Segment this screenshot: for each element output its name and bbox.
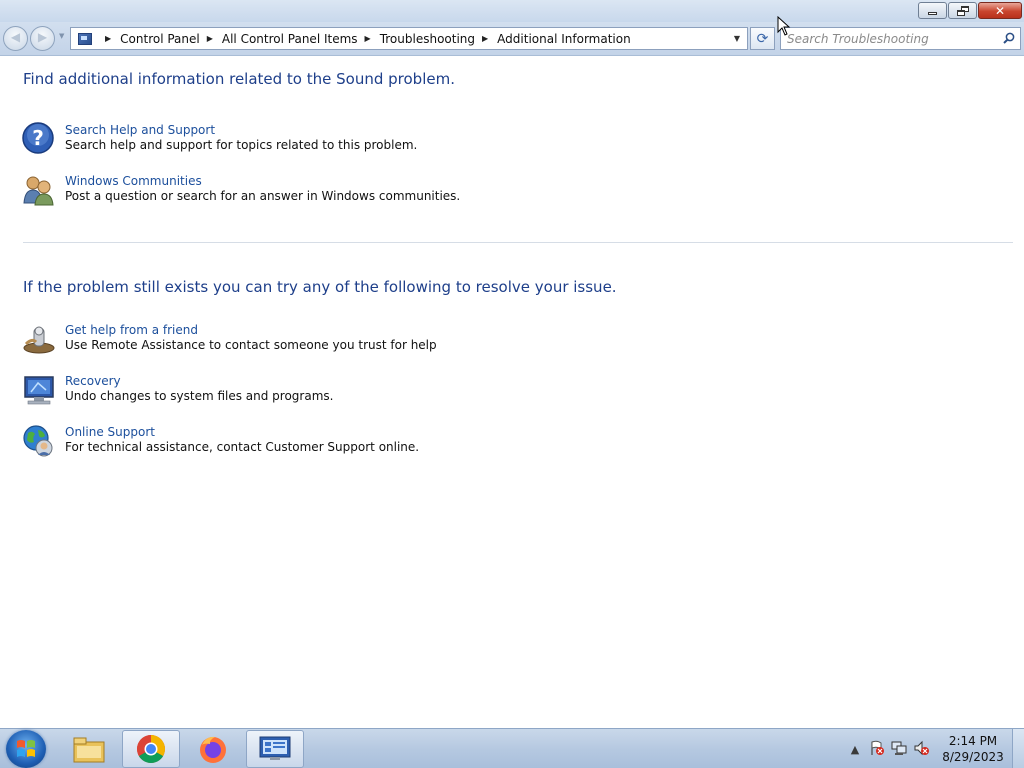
title-bar: ✕ — [0, 0, 1024, 22]
forward-arrow-icon: ▶ — [37, 30, 48, 44]
breadcrumb-additional-information[interactable]: Additional Information — [497, 32, 631, 46]
close-icon: ✕ — [994, 3, 1006, 18]
volume-muted-icon[interactable] — [910, 740, 932, 759]
network-icon[interactable] — [888, 740, 910, 759]
minimize-button[interactable] — [918, 2, 947, 19]
breadcrumb-separator-icon[interactable]: ▶ — [207, 34, 213, 43]
page-heading: Find additional information related to t… — [23, 70, 455, 88]
get-help-from-a-friend-description: Use Remote Assistance to contact someone… — [65, 338, 437, 352]
breadcrumb-separator-icon[interactable]: ▶ — [365, 34, 371, 43]
breadcrumb-separator-icon[interactable]: ▶ — [105, 34, 111, 43]
action-center-flag-icon[interactable] — [866, 740, 888, 759]
svg-text:?: ? — [32, 126, 44, 150]
back-arrow-icon: ◀ — [10, 30, 21, 44]
recovery-link[interactable]: Recovery — [65, 374, 121, 388]
main-content: Find additional information related to t… — [0, 56, 1024, 728]
window-controls: ✕ — [917, 2, 1022, 19]
clock-time: 2:14 PM — [948, 734, 998, 748]
clock-date: 8/29/2023 — [942, 750, 1004, 764]
communities-people-icon[interactable] — [22, 173, 56, 207]
recovery-computer-icon[interactable] — [22, 373, 56, 407]
search-help-description: Search help and support for topics relat… — [65, 138, 418, 152]
clock[interactable]: 2:14 PM 8/29/2023 — [938, 733, 1008, 765]
remote-assistance-icon[interactable] — [22, 322, 56, 356]
file-explorer-icon — [73, 737, 105, 763]
address-dropdown-button[interactable]: ▼ — [728, 28, 746, 49]
system-tray: ▲ 2:14 PM 8/29/2023 — [844, 729, 1024, 768]
control-panel-icon — [259, 736, 291, 760]
search-help-and-support-link[interactable]: Search Help and Support — [65, 123, 215, 137]
online-support-description: For technical assistance, contact Custom… — [65, 440, 420, 454]
breadcrumb-troubleshooting[interactable]: Troubleshooting — [380, 32, 475, 46]
taskbar-file-explorer[interactable] — [60, 730, 118, 768]
search-box[interactable] — [780, 27, 1021, 50]
section-divider — [23, 242, 1013, 243]
breadcrumb: ▶ Control Panel ▶ All Control Panel Item… — [98, 32, 631, 46]
breadcrumb-control-panel[interactable]: Control Panel — [120, 32, 200, 46]
control-panel-icon — [78, 32, 92, 45]
recovery-description: Undo changes to system files and program… — [65, 389, 334, 403]
taskbar: ▲ 2:14 PM 8/29/2023 — [0, 728, 1024, 768]
search-input[interactable] — [787, 31, 1002, 46]
recent-pages-button[interactable]: ▼ — [59, 32, 64, 40]
online-support-link[interactable]: Online Support — [65, 425, 155, 439]
help-question-icon[interactable]: ? — [22, 122, 56, 156]
forward-button[interactable]: ▶ — [30, 26, 55, 51]
taskbar-firefox[interactable] — [184, 730, 242, 768]
windows-logo-icon — [17, 740, 35, 757]
show-hidden-icons-button[interactable]: ▲ — [844, 743, 866, 756]
restore-icon — [956, 5, 969, 16]
chrome-icon — [137, 735, 165, 763]
taskbar-control-panel[interactable] — [246, 730, 304, 768]
back-button[interactable]: ◀ — [3, 26, 28, 51]
firefox-icon — [200, 736, 226, 763]
search-icon[interactable] — [1003, 32, 1015, 44]
windows-communities-link[interactable]: Windows Communities — [65, 174, 202, 188]
navigation-bar: ◀ ▶ ▼ ▶ Control Panel ▶ All Control Pane… — [0, 22, 1024, 56]
get-help-from-a-friend-link[interactable]: Get help from a friend — [65, 323, 198, 337]
start-button[interactable] — [6, 730, 46, 768]
online-support-globe-icon[interactable] — [22, 424, 56, 458]
breadcrumb-all-items[interactable]: All Control Panel Items — [222, 32, 358, 46]
windows-communities-description: Post a question or search for an answer … — [65, 189, 461, 203]
refresh-button[interactable]: ⟳ — [750, 27, 775, 50]
breadcrumb-separator-icon[interactable]: ▶ — [482, 34, 488, 43]
minimize-icon — [928, 12, 937, 15]
section-heading: If the problem still exists you can try … — [23, 278, 617, 296]
refresh-icon: ⟳ — [756, 30, 769, 47]
restore-button[interactable] — [948, 2, 977, 19]
show-desktop-button[interactable] — [1012, 729, 1024, 768]
close-button[interactable]: ✕ — [978, 2, 1022, 19]
mouse-cursor-icon — [777, 16, 791, 36]
taskbar-chrome[interactable] — [122, 730, 180, 768]
address-bar[interactable]: ▶ Control Panel ▶ All Control Panel Item… — [70, 27, 748, 50]
